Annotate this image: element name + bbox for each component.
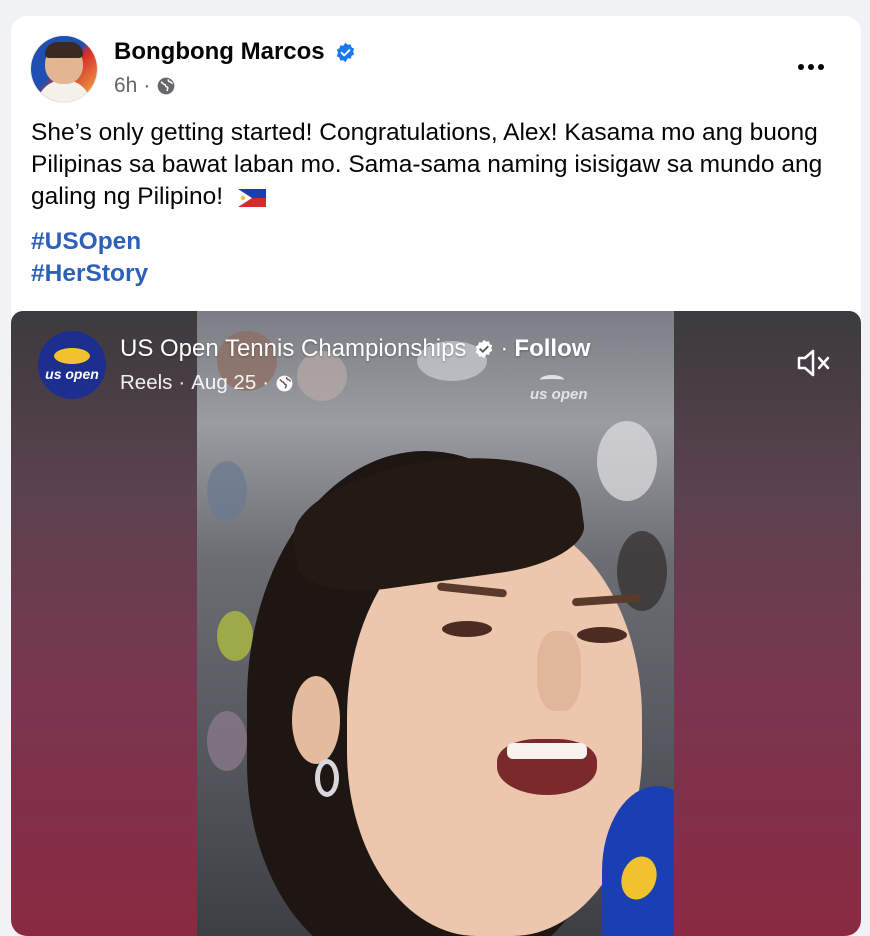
hashtag-usopen[interactable]: #USOpen [31, 226, 148, 258]
globe-icon [276, 375, 293, 391]
page-name-text[interactable]: US Open Tennis Championships [120, 335, 466, 363]
post-time[interactable]: 6h [114, 74, 137, 98]
mute-icon[interactable] [793, 343, 833, 383]
reel-page-name: US Open Tennis Championships · Follow [120, 335, 591, 363]
reel-type-label[interactable]: Reels [120, 371, 172, 395]
more-options-icon[interactable] [791, 52, 831, 82]
reel-meta: Reels · Aug 25 · [120, 371, 294, 395]
reel-video[interactable]: us open us open US Open Tennis Champions… [11, 311, 861, 936]
hashtag-list: #USOpen #HerStory [31, 226, 148, 290]
usopen-watermark: us open [530, 386, 588, 403]
verified-badge-icon [476, 339, 493, 359]
earring [315, 759, 339, 797]
meta-separator: · [143, 74, 151, 97]
post-meta: 6h · [114, 74, 176, 98]
philippines-flag-icon [237, 188, 266, 207]
follow-button[interactable]: Follow [514, 335, 590, 363]
author-name[interactable]: Bongbong Marcos [114, 38, 356, 66]
post-card: Bongbong Marcos 6h · She’s only getting … [11, 16, 861, 936]
usopen-avatar[interactable]: us open [38, 331, 106, 399]
globe-icon[interactable] [156, 76, 176, 96]
post-text-body: She’s only getting started! Congratulati… [31, 119, 823, 210]
video-frame[interactable]: us open [197, 311, 674, 936]
post-text: She’s only getting started! Congratulati… [31, 117, 843, 213]
verified-badge-icon [336, 42, 354, 62]
post-header: Bongbong Marcos 6h · [11, 16, 861, 106]
reel-date[interactable]: Aug 25 [191, 371, 256, 395]
hashtag-herstory[interactable]: #HerStory [31, 258, 148, 290]
author-name-text[interactable]: Bongbong Marcos [114, 38, 325, 66]
author-avatar[interactable] [31, 36, 97, 102]
